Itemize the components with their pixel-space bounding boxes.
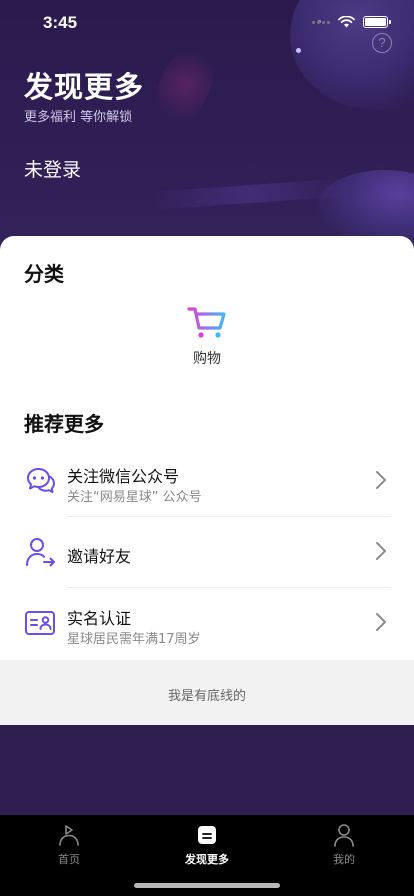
category-item-shopping[interactable]: 购物 bbox=[175, 306, 239, 368]
chevron-right-icon bbox=[376, 542, 386, 560]
battery-icon bbox=[363, 16, 391, 28]
home-flag-icon bbox=[59, 825, 79, 846]
star-decoration bbox=[296, 48, 301, 53]
tab-home[interactable]: 首页 bbox=[19, 823, 119, 867]
tab-label: 我的 bbox=[333, 853, 355, 866]
cellular-signal-icon bbox=[312, 20, 330, 24]
category-label: 购物 bbox=[193, 351, 221, 367]
status-time: 3:45 bbox=[43, 13, 78, 32]
list-item-title: 关注微信公众号 bbox=[67, 467, 180, 486]
wechat-chat-icon bbox=[27, 468, 55, 493]
page-subtitle: 更多福利 等你解锁 bbox=[24, 110, 133, 125]
discover-icon bbox=[198, 826, 216, 844]
list-item-real-name-verification[interactable]: 实名认证 星球居民需年满17周岁 bbox=[0, 588, 414, 659]
login-status-link[interactable]: 未登录 bbox=[24, 155, 81, 182]
wifi-icon bbox=[338, 16, 355, 28]
tab-label: 首页 bbox=[58, 853, 80, 866]
list-item-subtitle: 关注“网易星球” 公众号 bbox=[67, 490, 202, 505]
help-question-icon[interactable]: ? bbox=[372, 33, 392, 53]
status-bar: 3:45 bbox=[0, 0, 414, 48]
chevron-right-icon bbox=[376, 471, 386, 489]
content-card: 分类 购物 推荐更多 关注微信公众号 关注“网易星球” 公众号 邀请好友 实名认… bbox=[0, 236, 414, 725]
list-end-footer: 我是有底线的 bbox=[0, 660, 414, 725]
profile-icon bbox=[334, 824, 354, 847]
tab-profile[interactable]: 我的 bbox=[294, 823, 394, 867]
tab-label: 发现更多 bbox=[185, 853, 229, 866]
list-item-subtitle: 星球居民需年满17周岁 bbox=[67, 632, 201, 647]
id-card-icon bbox=[25, 611, 55, 635]
status-icons bbox=[312, 16, 391, 28]
recommend-section-title: 推荐更多 bbox=[24, 412, 104, 436]
shopping-cart-icon bbox=[187, 307, 226, 338]
end-of-list-text: 我是有底线的 bbox=[167, 689, 246, 704]
tab-discover[interactable]: 发现更多 bbox=[157, 823, 257, 867]
page-title: 发现更多 bbox=[24, 70, 145, 104]
list-item-title: 邀请好友 bbox=[67, 547, 132, 566]
categories-section-title: 分类 bbox=[24, 262, 64, 286]
list-item-invite-friends[interactable]: 邀请好友 bbox=[0, 517, 414, 588]
nebula-decoration bbox=[143, 33, 227, 137]
list-item-follow-wechat[interactable]: 关注微信公众号 关注“网易星球” 公众号 bbox=[0, 446, 414, 517]
chevron-right-icon bbox=[376, 613, 386, 631]
list-item-title: 实名认证 bbox=[67, 609, 132, 628]
invite-user-icon bbox=[26, 538, 55, 567]
home-indicator[interactable] bbox=[134, 883, 280, 888]
